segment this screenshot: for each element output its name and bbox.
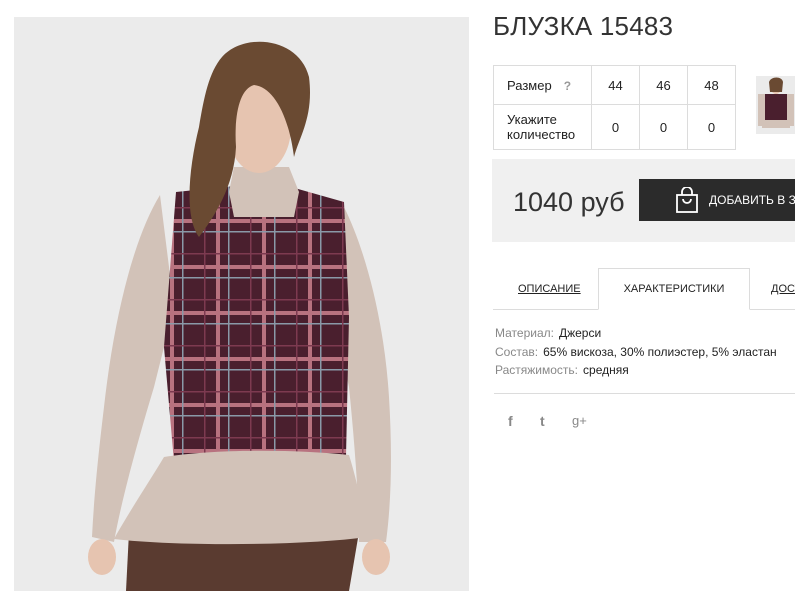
spec-value-composition: 65% вискоза, 30% полиэстер, 5% эластан (543, 344, 777, 359)
size-label: Размер (507, 77, 552, 93)
add-to-cart-button[interactable]: ДОБАВИТЬ В ЗА (639, 179, 795, 221)
google-plus-icon[interactable]: g+ (572, 413, 587, 428)
spec-key-composition: Состав: (495, 344, 539, 359)
spec-row: Состав: 65% вискоза, 30% полиэстер, 5% эл… (495, 343, 777, 362)
spec-value-material: Джерси (558, 326, 602, 340)
product-price: 1040 руб (513, 187, 625, 217)
product-main-image[interactable] (14, 17, 469, 591)
social-share-bar: f t g+ (494, 393, 795, 434)
size-help-icon[interactable]: ? (564, 79, 571, 93)
tab-description[interactable]: ОПИСАНИЕ (518, 269, 581, 309)
shopping-bag-icon (675, 187, 699, 213)
spec-row: Материал: Джерси (495, 324, 777, 343)
size-option-48[interactable]: 48 (687, 65, 736, 105)
quantity-label-line2: количество (507, 127, 576, 142)
quantity-label-cell: Укажите количество (493, 104, 592, 150)
tab-delivery[interactable]: ДОСТ (771, 269, 795, 309)
product-title: БЛУЗКА 15483 (493, 11, 674, 41)
quantity-input-46[interactable]: 0 (639, 104, 688, 150)
specs-list: Материал: Джерси Состав: 65% вискоза, 30% … (495, 324, 777, 380)
spec-key-material: Материал: (495, 326, 554, 340)
product-thumbnail[interactable] (756, 76, 795, 134)
spec-row: Растяжимость: средняя (495, 361, 777, 380)
size-label-cell: Размер? (493, 65, 592, 105)
quantity-input-48[interactable]: 0 (687, 104, 736, 150)
size-option-44[interactable]: 44 (591, 65, 640, 105)
size-option-46[interactable]: 46 (639, 65, 688, 105)
quantity-label-line1: Укажите (507, 112, 557, 127)
facebook-icon[interactable]: f (508, 413, 513, 429)
price-box: 1040 руб ДОБАВИТЬ В ЗА (492, 159, 795, 242)
spec-key-stretch: Растяжимость: (495, 363, 579, 377)
product-tabs: ОПИСАНИЕ ХАРАКТЕРИСТИКИ ДОСТ (493, 268, 795, 310)
quantity-input-44[interactable]: 0 (591, 104, 640, 150)
tab-characteristics[interactable]: ХАРАКТЕРИСТИКИ (598, 268, 750, 310)
add-to-cart-label: ДОБАВИТЬ В ЗА (709, 193, 795, 207)
twitter-icon[interactable]: t (540, 413, 545, 429)
spec-value-stretch: средняя (583, 363, 629, 377)
size-quantity-table: Размер? 44 46 48 Укажите количество 0 0 … (493, 65, 736, 150)
